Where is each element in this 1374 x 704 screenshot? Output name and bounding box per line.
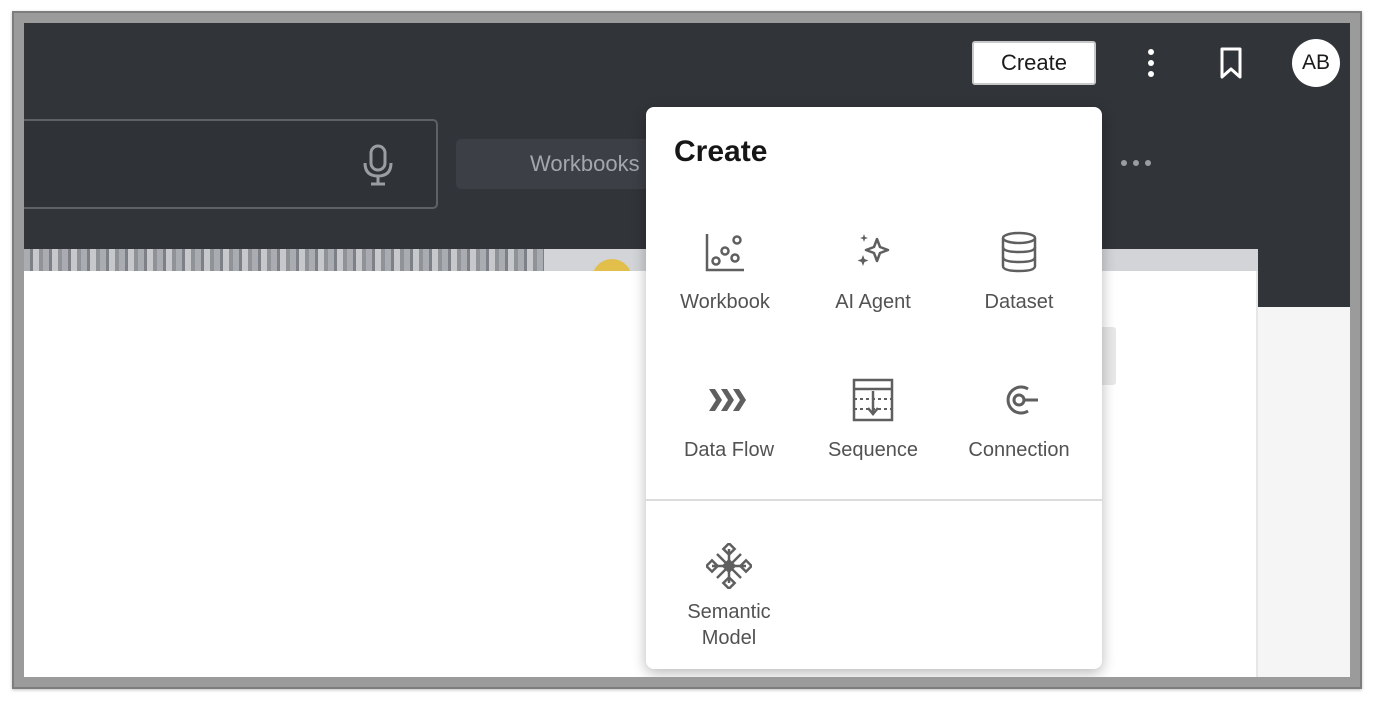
create-button-label: Create — [1000, 50, 1068, 75]
create-ai-agent-item[interactable]: AI Agent — [798, 229, 948, 339]
create-workbook-item[interactable]: Workbook — [650, 229, 800, 339]
create-item-label: Connection — [968, 439, 1070, 461]
avatar[interactable]: AB — [1292, 39, 1340, 87]
sparkle-icon — [857, 234, 890, 266]
workbooks-pill-label: Workbooks — [530, 151, 640, 176]
create-item-label: Workbook — [680, 291, 770, 313]
workbook-icon — [705, 234, 744, 272]
create-item-label: Semantic Model — [687, 601, 771, 649]
semantic-model-icon — [706, 543, 752, 589]
microphone-icon[interactable] — [358, 143, 398, 187]
create-item-label: Data Flow — [683, 439, 775, 461]
create-item-label: Sequence — [827, 439, 919, 461]
create-menu-divider — [646, 499, 1102, 501]
more-horizontal-icon[interactable] — [1116, 149, 1156, 177]
create-data-flow-item[interactable]: Data Flow — [654, 377, 804, 487]
create-button[interactable]: Create — [972, 41, 1096, 85]
workbooks-filter-pill[interactable]: Workbooks — [456, 139, 666, 189]
connection-icon — [1006, 385, 1038, 415]
app-viewport: Create AB Workbooks Create Workbook AI A… — [24, 23, 1350, 677]
create-connection-item[interactable]: Connection — [944, 377, 1094, 487]
sequence-icon — [852, 378, 894, 422]
window-frame: Create AB Workbooks Create Workbook AI A… — [12, 11, 1362, 689]
create-menu-popup: Create Workbook AI Agent Dataset Data Fl… — [646, 107, 1102, 669]
create-item-label: Dataset — [984, 291, 1054, 313]
create-dataset-item[interactable]: Dataset — [944, 229, 1094, 339]
bookmark-icon[interactable] — [1214, 45, 1248, 81]
database-icon — [1001, 231, 1037, 273]
create-semantic-model-item[interactable]: Semantic Model — [654, 543, 804, 659]
create-sequence-item[interactable]: Sequence — [798, 377, 948, 487]
create-menu-title: Create — [674, 135, 768, 168]
avatar-initials: AB — [1301, 51, 1330, 74]
kebab-vertical-icon[interactable] — [1138, 45, 1164, 81]
data-flow-icon — [709, 389, 746, 411]
create-item-label: AI Agent — [835, 291, 911, 313]
